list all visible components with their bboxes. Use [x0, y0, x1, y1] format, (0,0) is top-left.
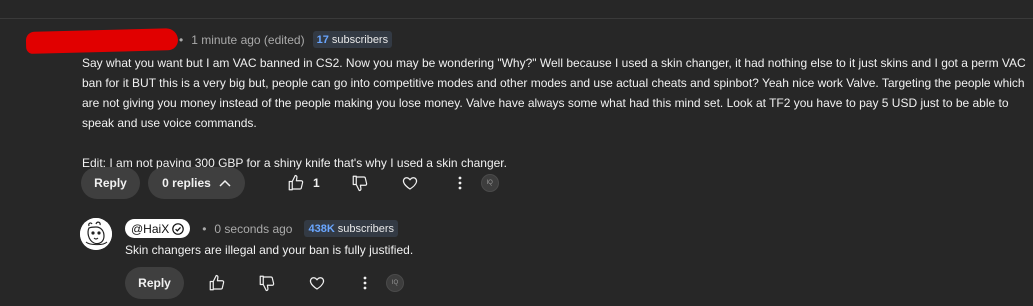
thumbs-up-icon — [288, 174, 304, 191]
reply-button[interactable]: Reply — [81, 167, 140, 199]
dislike-button[interactable] — [349, 172, 371, 194]
like-button[interactable] — [206, 272, 228, 294]
author-handle: @HaiX — [131, 221, 170, 236]
comment-paragraph: Say what you want but I am VAC banned in… — [82, 56, 1026, 130]
reply-time: 0 seconds ago — [214, 221, 293, 236]
chevron-up-icon — [219, 179, 231, 187]
thumbs-down-icon — [352, 175, 367, 192]
reply-button[interactable]: Reply — [125, 267, 184, 299]
heart-icon — [402, 177, 417, 190]
thumbs-down-icon — [259, 275, 275, 292]
small-circle-icon: IQ — [386, 274, 404, 292]
reply-actions: Reply IQ — [125, 267, 404, 299]
redacted-avatar-and-name — [25, 28, 179, 54]
avatar — [80, 218, 112, 250]
subscriber-count: 438K — [308, 222, 335, 235]
replies-toggle-button[interactable]: 0 replies — [148, 167, 245, 199]
heart-button[interactable] — [399, 172, 421, 194]
comment-actions: Reply 0 replies 1 IQ — [81, 167, 499, 199]
more-actions-button[interactable] — [354, 272, 376, 294]
more-vert-icon — [363, 276, 367, 290]
replies-label: 0 replies — [162, 176, 211, 190]
author-handle-badge[interactable]: @HaiX — [125, 219, 191, 238]
small-circle-icon: IQ — [480, 174, 499, 192]
subscriber-label: subscribers — [331, 33, 389, 46]
comment-body: Say what you want but I am VAC banned in… — [82, 53, 1027, 173]
verified-icon — [172, 222, 185, 235]
reply-button-label: Reply — [138, 276, 171, 290]
subscriber-badge: 438K subscribers — [304, 220, 399, 237]
avatar-drawing-icon — [80, 218, 112, 250]
reply-body: Skin changers are illegal and your ban i… — [125, 243, 414, 257]
more-vert-icon — [458, 176, 462, 190]
dislike-button[interactable] — [256, 272, 278, 294]
comment-time: 1 minute ago (edited) — [191, 32, 305, 47]
subscriber-badge: 17 subscribers — [312, 31, 393, 48]
reply-meta: @HaiX • 0 seconds ago 438K subscribers — [125, 219, 399, 238]
like-button[interactable] — [285, 172, 307, 194]
separator-line — [0, 18, 1033, 19]
like-count: 1 — [313, 176, 320, 190]
heart-icon — [309, 277, 325, 290]
reply-button-label: Reply — [94, 176, 127, 190]
more-actions-button[interactable] — [449, 172, 471, 194]
subscriber-count: 17 — [316, 33, 329, 46]
subscriber-label: subscribers — [337, 222, 395, 235]
heart-button[interactable] — [306, 272, 328, 294]
separator-dot: • — [202, 221, 207, 236]
separator-dot: • — [179, 32, 184, 47]
thumbs-up-icon — [209, 274, 225, 291]
comment-meta: • 1 minute ago (edited) 17 subscribers — [179, 31, 393, 48]
